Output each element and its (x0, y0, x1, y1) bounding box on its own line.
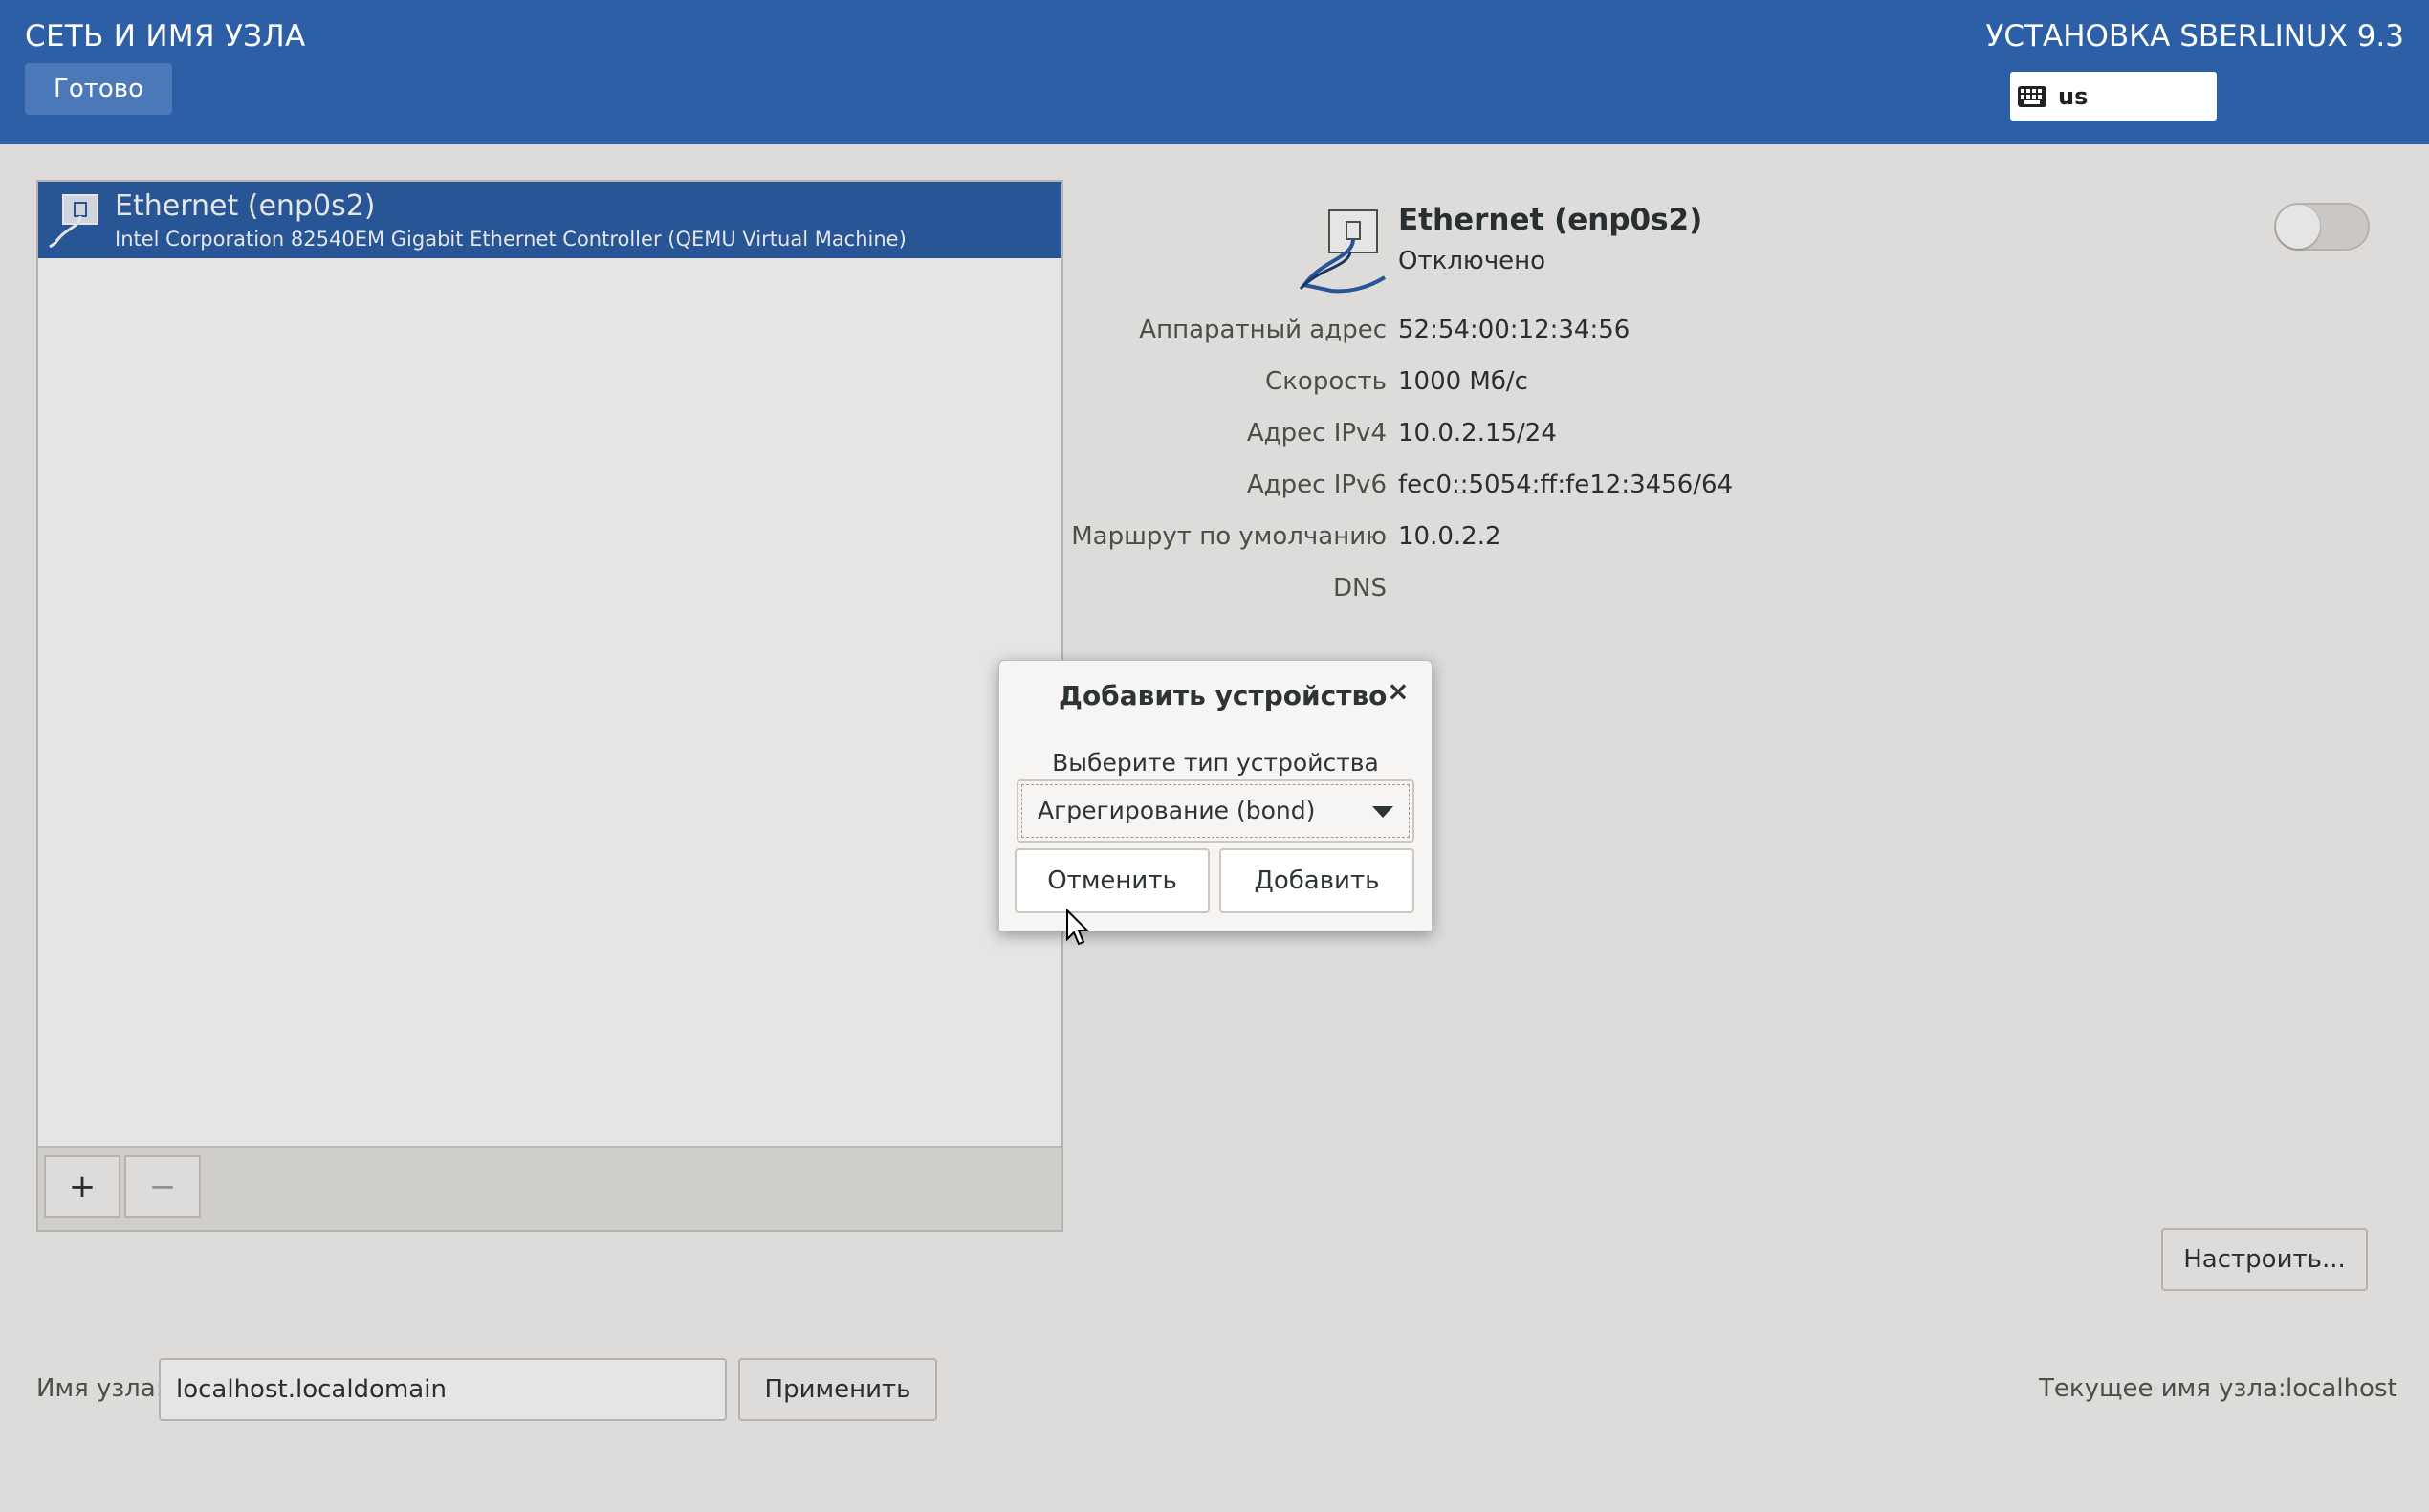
add-device-dialog: Добавить устройство × Выберите тип устро… (998, 660, 1433, 931)
page-title: СЕТЬ И ИМЯ УЗЛА (25, 19, 306, 54)
header-bar: СЕТЬ И ИМЯ УЗЛА Готово УСТАНОВКА SBERLIN… (0, 0, 2429, 144)
installer-title: УСТАНОВКА SBERLINUX 9.3 (1985, 19, 2404, 54)
keyboard-layout-indicator[interactable]: us (2010, 72, 2217, 121)
keyboard-icon (2018, 85, 2046, 107)
device-type-select[interactable]: Агрегирование (bond) (1017, 779, 1414, 843)
device-type-prompt: Выберите тип устройства (1052, 749, 1379, 777)
device-type-value: Агрегирование (bond) (1038, 797, 1316, 824)
cancel-button[interactable]: Отменить (1015, 848, 1210, 913)
done-button[interactable]: Готово (25, 63, 172, 115)
add-button[interactable]: Добавить (1219, 848, 1414, 913)
mouse-cursor-icon (1066, 909, 1090, 946)
chevron-down-icon (1372, 806, 1393, 818)
close-icon[interactable]: × (1382, 674, 1414, 707)
dialog-title: Добавить устройство (1059, 680, 1388, 712)
keyboard-layout-label: us (2058, 82, 2089, 110)
